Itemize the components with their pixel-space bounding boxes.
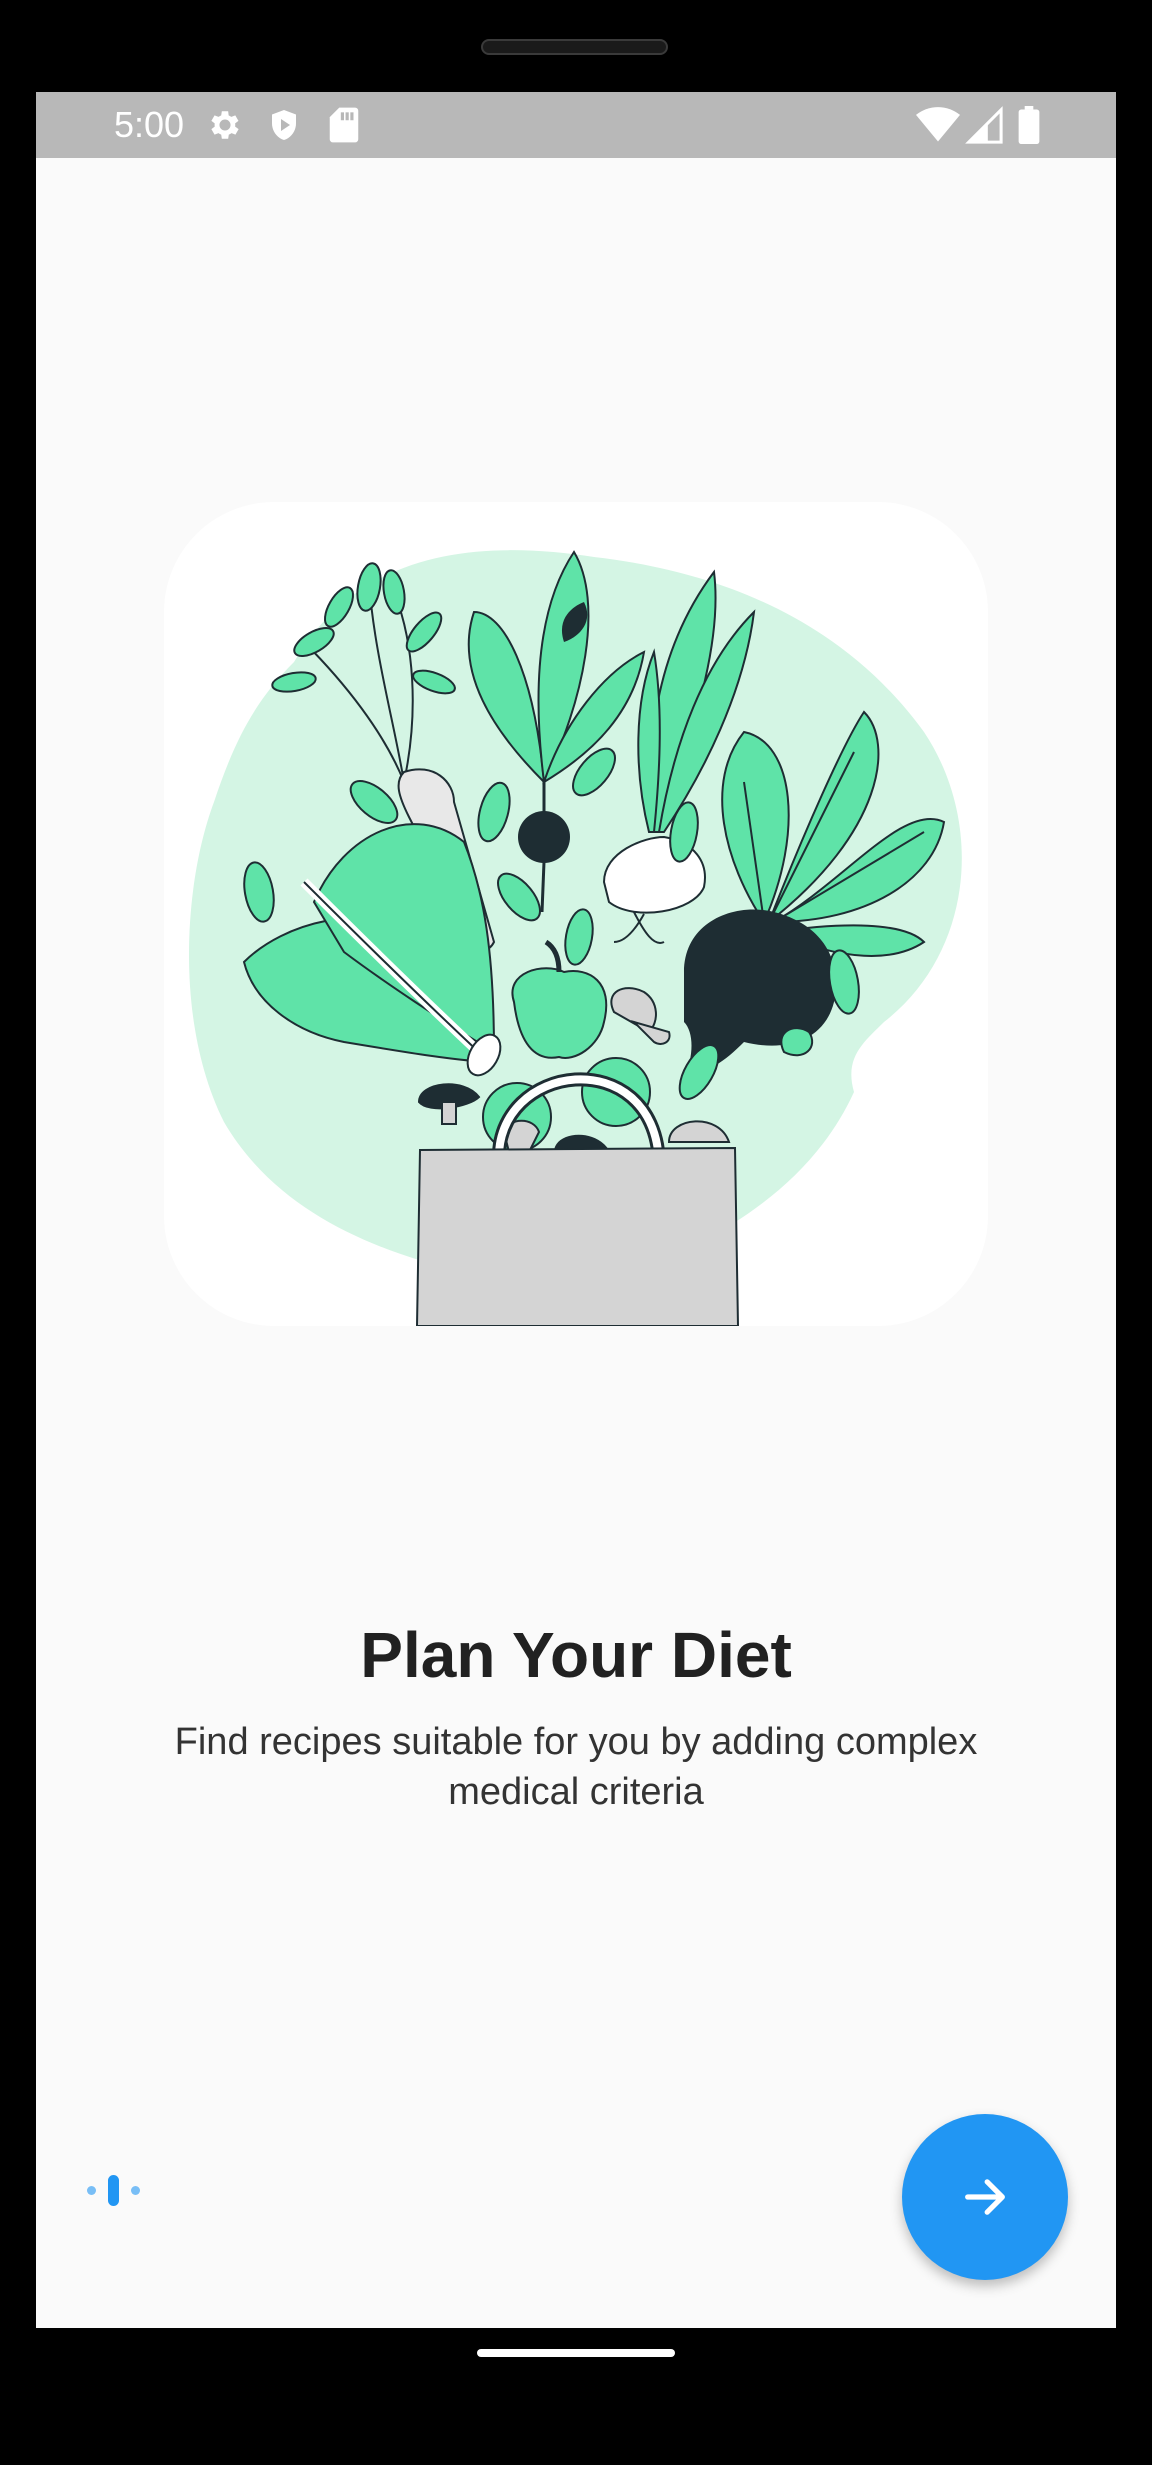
phone-frame: 5:00 Plan Your Diet Find recipes suitabl… xyxy=(0,0,1152,2465)
screen: 5:00 Plan Your Diet Find recipes suitabl… xyxy=(36,92,1116,2328)
page-dot-1[interactable] xyxy=(87,2186,96,2195)
wifi-icon xyxy=(916,106,960,149)
cellular-signal-icon xyxy=(964,106,1004,149)
arrow-right-icon xyxy=(965,2179,1005,2215)
battery-icon xyxy=(1018,106,1040,149)
settings-icon xyxy=(206,106,244,149)
shield-play-icon xyxy=(266,106,302,149)
diet-illustration xyxy=(164,502,988,1326)
grocery-bag xyxy=(415,1146,740,1326)
onboarding-title: Plan Your Diet xyxy=(360,1619,792,1691)
status-bar: 5:00 xyxy=(36,92,1116,158)
page-dot-3[interactable] xyxy=(131,2186,140,2195)
status-time: 5:00 xyxy=(114,104,185,145)
next-button[interactable] xyxy=(902,2114,1068,2280)
page-indicator xyxy=(84,2172,144,2208)
speaker-grille xyxy=(481,39,668,55)
page-dot-2-active[interactable] xyxy=(108,2175,119,2206)
onboarding-subtitle: Find recipes suitable for you by adding … xyxy=(174,1721,978,1813)
home-indicator[interactable] xyxy=(477,2349,675,2357)
sd-card-icon xyxy=(328,106,360,149)
